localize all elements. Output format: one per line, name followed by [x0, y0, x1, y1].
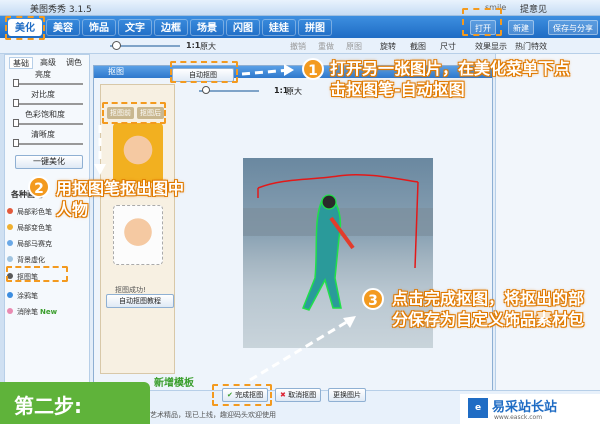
step-2-instruction: 用抠图笔抠出图中人物 [56, 179, 185, 219]
step-2-badge: 2 [28, 176, 50, 198]
step-1-badge: 1 [302, 58, 324, 80]
arrow-head-2 [94, 164, 106, 175]
arrow-lines [98, 68, 351, 382]
arrow-head-1 [284, 64, 294, 76]
site-watermark: e 易采站长站 www.easck.com [460, 394, 600, 424]
site-name: 易采站长站 [492, 400, 558, 415]
site-logo-icon: e [468, 398, 488, 418]
site-url: www.easck.com [494, 414, 543, 421]
step-1-instruction: 打开另一张图片，在美化菜单下点击抠图笔-自动抠图 [330, 59, 571, 99]
step-3-instruction: 点击完成抠图，将抠出的部分保存为自定义饰品素材包 [392, 289, 585, 329]
step-3-badge: 3 [362, 288, 384, 310]
